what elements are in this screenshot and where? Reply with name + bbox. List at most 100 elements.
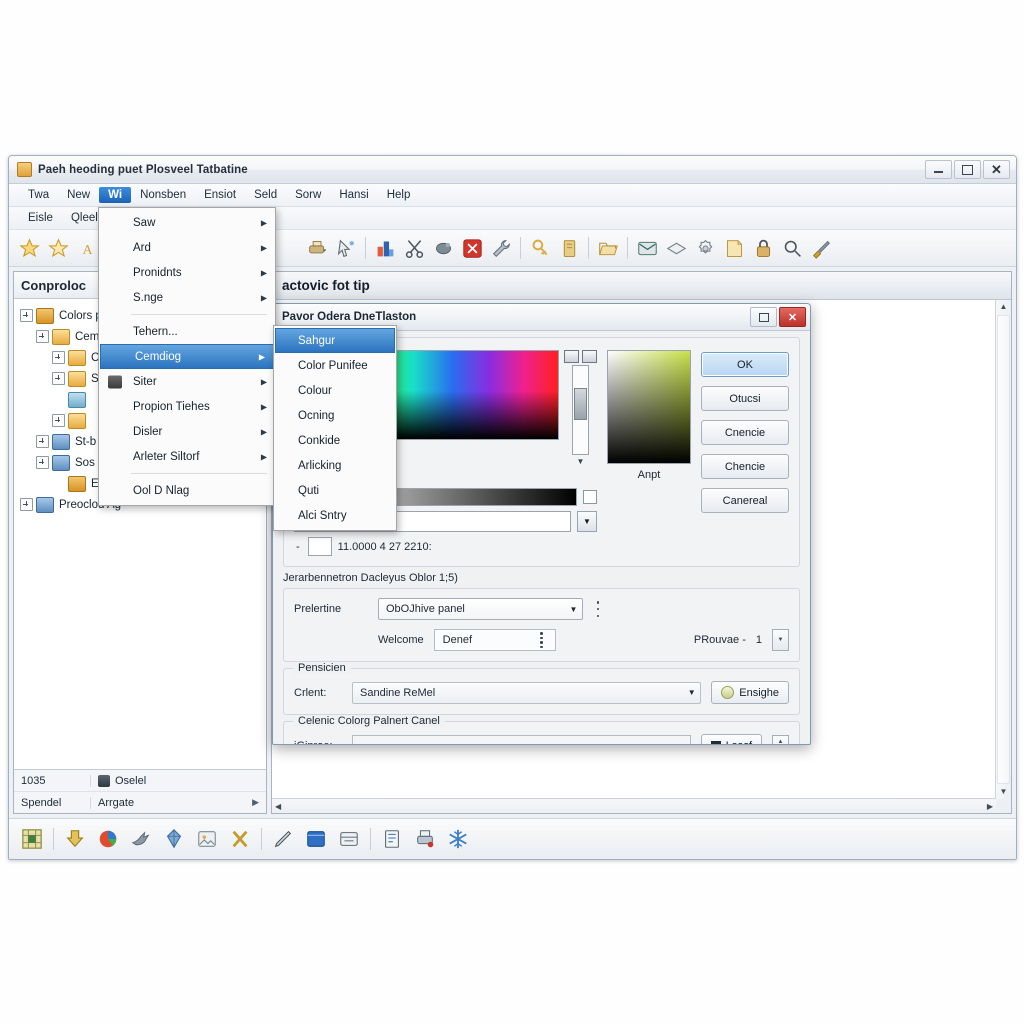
status-bottom-right-cell[interactable]: Arrgate ▶	[90, 796, 266, 809]
folder-open-icon[interactable]	[594, 234, 622, 262]
scroll-up-icon[interactable]: ▲	[1000, 300, 1008, 314]
prelertine-combo[interactable]: ObOJhive panel ▼	[378, 598, 583, 620]
dropdown-item-ool-d-nlag[interactable]: Ool D Nlag	[99, 478, 275, 503]
otucsi-button[interactable]: Otucsi	[701, 386, 789, 411]
printer-icon[interactable]	[303, 234, 331, 262]
gem-icon[interactable]	[159, 824, 189, 854]
brightness-slider[interactable]	[572, 365, 589, 455]
submenu-item-sahgur[interactable]: Sahgur	[275, 328, 395, 353]
submenu-item-arlicking[interactable]: Arlicking	[274, 453, 396, 478]
dropdown-item-arleter-siltorf[interactable]: Arleter Siltorf ▶	[99, 444, 275, 469]
book-icon[interactable]	[555, 234, 583, 262]
drag-handle-icon[interactable]	[593, 601, 603, 617]
window-icon[interactable]	[334, 824, 364, 854]
submenu-item-quti[interactable]: Quti	[274, 478, 396, 503]
slider-knob[interactable]	[574, 388, 587, 420]
diamond-icon[interactable]	[662, 234, 690, 262]
scroll-right-icon[interactable]: ▶	[984, 802, 996, 811]
dropdown-item-cemdiog[interactable]: Cemdiog ▶	[100, 344, 274, 369]
palette-spinner[interactable]: ▲▼	[772, 734, 789, 744]
submenu-item-colour[interactable]: Colour	[274, 378, 396, 403]
dropdown-item-tehern[interactable]: Tehern...	[99, 319, 275, 344]
status-label-cell[interactable]: Oselel	[90, 774, 266, 787]
submenu-item-color-punifee[interactable]: Color Punifee	[274, 353, 396, 378]
dialog-close-button[interactable]: ✕	[779, 307, 806, 327]
vertical-scrollbar[interactable]: ▲ ▼	[995, 300, 1011, 799]
menu-twa[interactable]: Twa	[19, 187, 58, 203]
expander-icon[interactable]	[52, 351, 65, 364]
menu-ensiot[interactable]: Ensiot	[195, 187, 245, 203]
expander-icon[interactable]	[36, 456, 49, 469]
menu-hansi[interactable]: Hansi	[330, 187, 377, 203]
menu-seld[interactable]: Seld	[245, 187, 286, 203]
dropdown-item-saw[interactable]: Saw ▶	[99, 210, 275, 235]
wrench-icon[interactable]	[487, 234, 515, 262]
menu-dropdown[interactable]: Saw ▶ Ard ▶ Pronidnts ▶ S.nge ▶ Tehern..…	[98, 207, 276, 506]
chevron-down-icon[interactable]: ▼	[565, 599, 582, 619]
key-icon[interactable]	[526, 234, 554, 262]
cursor-icon[interactable]	[332, 234, 360, 262]
menu-wi[interactable]: Wi	[99, 187, 132, 203]
giproe-field[interactable]	[352, 735, 691, 744]
menu-sorw[interactable]: Sorw	[286, 187, 330, 203]
blue-box-icon[interactable]	[301, 824, 331, 854]
download-icon[interactable]	[60, 824, 90, 854]
search-icon[interactable]	[778, 234, 806, 262]
submenu-item-ocning[interactable]: Ocning	[274, 403, 396, 428]
crlent-combo[interactable]: Sandine ReMel ▼	[352, 681, 702, 704]
ensighe-button[interactable]: Ensighe	[711, 681, 789, 704]
brush-icon[interactable]	[807, 234, 835, 262]
grid-icon[interactable]	[17, 824, 47, 854]
welcome-field[interactable]: Denef	[433, 629, 556, 651]
email-icon[interactable]	[633, 234, 661, 262]
document-icon[interactable]	[377, 824, 407, 854]
paint-icon[interactable]	[429, 234, 457, 262]
scroll-left-icon[interactable]: ◀	[272, 802, 284, 811]
dropdown-item-pronidnts[interactable]: Pronidnts ▶	[99, 260, 275, 285]
lsasf-button[interactable]: Lsasf	[700, 734, 762, 744]
minimize-button[interactable]	[925, 160, 952, 179]
expander-icon[interactable]	[20, 309, 33, 322]
dropdown-item-disler[interactable]: Disler ▶	[99, 419, 275, 444]
red-delete-icon[interactable]	[458, 234, 486, 262]
close-x-icon[interactable]	[225, 824, 255, 854]
dropdown-item-propion-tiehes[interactable]: Propion Tiehes ▶	[99, 394, 275, 419]
menu-eisle[interactable]: Eisle	[19, 210, 62, 226]
expander-icon[interactable]	[36, 435, 49, 448]
dialog-maximize-button[interactable]	[750, 307, 777, 327]
maximize-button[interactable]	[954, 160, 981, 179]
print-icon[interactable]	[410, 824, 440, 854]
ok-button[interactable]: OK	[701, 352, 789, 377]
numeric-small-box[interactable]	[307, 537, 332, 556]
color-submenu[interactable]: Sahgur Color Punifee Colour Ocning Conki…	[273, 325, 397, 531]
color-dropdown-button[interactable]: ▼	[577, 511, 597, 532]
submenu-item-conkide[interactable]: Conkide	[274, 428, 396, 453]
star-icon[interactable]	[15, 234, 43, 262]
chencie-button[interactable]: Chencie	[701, 454, 789, 479]
gear-icon[interactable]	[691, 234, 719, 262]
prouvae-spinner[interactable]: ▼	[772, 629, 789, 651]
slider-down-icon[interactable]: ▼	[577, 457, 585, 466]
star-outline-icon[interactable]	[44, 234, 72, 262]
dropdown-item-ard[interactable]: Ard ▶	[99, 235, 275, 260]
cnencie-button[interactable]: Cnencie	[701, 420, 789, 445]
grayscale-checkbox[interactable]	[583, 490, 597, 504]
dropdown-item-siter[interactable]: Siter ▶	[99, 369, 275, 394]
pencil-icon[interactable]	[268, 824, 298, 854]
expander-icon[interactable]	[36, 330, 49, 343]
expander-icon[interactable]	[52, 414, 65, 427]
picker-mini-button-2[interactable]	[582, 350, 597, 363]
picker-mini-button-1[interactable]	[564, 350, 579, 363]
letter-a-icon[interactable]: A	[73, 234, 101, 262]
snowflake-icon[interactable]	[443, 824, 473, 854]
cancel-button[interactable]: Canereal	[701, 488, 789, 513]
pie-chart-icon[interactable]	[93, 824, 123, 854]
chevron-down-icon[interactable]: ▼	[683, 683, 700, 703]
lock-icon[interactable]	[749, 234, 777, 262]
welcome-dots-icon[interactable]	[537, 632, 547, 648]
menu-new[interactable]: New	[58, 187, 99, 203]
submenu-item-alci-sntry[interactable]: Alci Sntry	[274, 503, 396, 528]
expander-icon[interactable]	[52, 372, 65, 385]
chart-icon[interactable]	[371, 234, 399, 262]
close-button[interactable]: ✕	[983, 160, 1010, 179]
